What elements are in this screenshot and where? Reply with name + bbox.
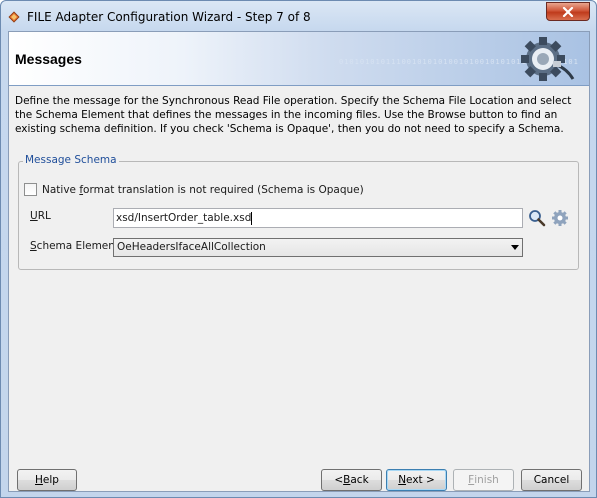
opaque-checkbox[interactable]	[24, 183, 37, 196]
search-icon[interactable]	[528, 209, 546, 227]
next-button[interactable]: Next >	[386, 469, 447, 491]
window-title: FILE Adapter Configuration Wizard - Step…	[27, 10, 311, 24]
opaque-checkbox-label[interactable]: Native format translation is not require…	[42, 184, 364, 196]
wizard-window: FILE Adapter Configuration Wizard - Step…	[0, 0, 597, 498]
app-icon	[8, 11, 20, 23]
settings-gear-icon[interactable]	[551, 209, 569, 227]
finish-button: Finish	[453, 469, 514, 491]
wizard-body: Messages 0101010101110010101010010100101…	[8, 31, 590, 492]
help-button[interactable]: Help	[17, 469, 77, 491]
title-bar[interactable]: FILE Adapter Configuration Wizard - Step…	[1, 1, 596, 31]
wizard-header: Messages 0101010101110010101010010100101…	[9, 32, 589, 86]
url-input[interactable]: xsd/InsertOrder_table.xsd	[113, 208, 523, 228]
message-schema-group: Message Schema Native format translation…	[18, 154, 579, 270]
close-button[interactable]	[546, 2, 590, 21]
chevron-down-icon[interactable]	[511, 245, 519, 250]
page-title: Messages	[15, 51, 82, 67]
back-button[interactable]: < Back	[321, 469, 382, 491]
schema-element-select[interactable]: OeHeadersIfaceAllCollection	[113, 238, 523, 257]
cancel-button[interactable]: Cancel	[521, 469, 582, 491]
description-text: Define the message for the Synchronous R…	[15, 95, 572, 135]
gear-plug-icon	[521, 37, 575, 81]
close-icon	[562, 6, 574, 17]
group-legend: Message Schema	[23, 154, 119, 166]
url-label: URL	[30, 210, 51, 222]
schema-element-label: Schema Element	[30, 240, 120, 252]
opaque-checkbox-row[interactable]: Native format translation is not require…	[24, 183, 364, 196]
